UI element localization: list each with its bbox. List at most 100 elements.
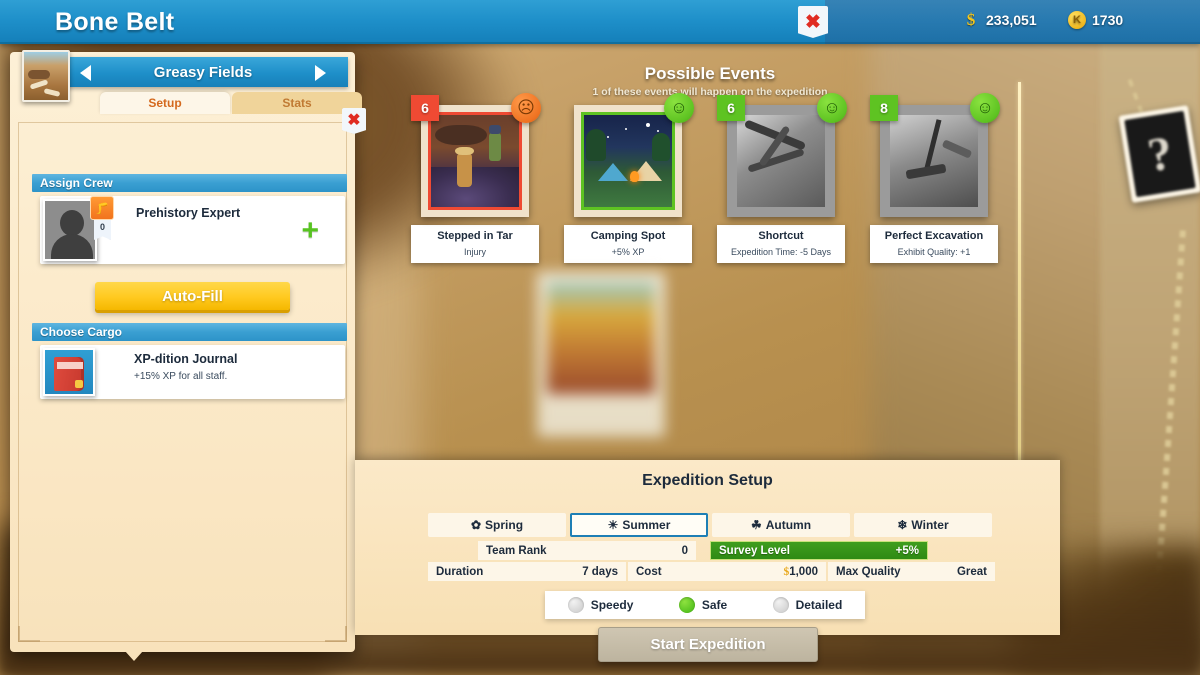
ticket-coin-icon: K: [1068, 11, 1086, 29]
journal-bookmark: [75, 380, 83, 388]
art-bone-2: [941, 139, 973, 159]
season-option-spring[interactable]: ✿ Spring: [428, 513, 566, 537]
season-option-autumn[interactable]: ☘ Autumn: [712, 513, 850, 537]
event-effect: Expedition Time: -5 Days: [730, 247, 832, 257]
radio-safe[interactable]: [678, 597, 695, 613]
pace-option-safe[interactable]: Safe: [678, 597, 727, 613]
season-label: Spring: [485, 518, 524, 532]
auto-fill-label: Auto-Fill: [162, 287, 223, 305]
event-effect: +5% XP: [611, 247, 645, 257]
location-header: Greasy Fields: [58, 57, 348, 87]
crew-level-value: 0: [99, 222, 105, 232]
event-card-shortcut[interactable]: 6 ☺ Shortcut Expedition Time: -5 Days: [717, 93, 847, 263]
max-quality-row: Max Quality Great: [828, 562, 995, 581]
window-close-button[interactable]: ✖: [798, 6, 828, 38]
season-option-winter[interactable]: ❄ Winter: [854, 513, 992, 537]
art-tar-pool: [431, 167, 519, 207]
cargo-item-description: +15% XP for all staff.: [134, 371, 228, 382]
art-stars: [646, 123, 650, 127]
event-card-art: [581, 112, 675, 210]
top-bar: Bone Belt ✖ $ 233,051 K 1730: [0, 0, 1200, 44]
page-title: Bone Belt: [55, 8, 175, 36]
cost-value-wrap: $1,000: [783, 566, 818, 578]
radio-speedy[interactable]: [567, 597, 584, 613]
event-card-camping-spot[interactable]: ☺ Camping Spot +5% XP: [564, 93, 694, 263]
event-name: Perfect Excavation: [884, 230, 984, 242]
thumb-bone-2: [43, 88, 61, 97]
journal-icon: [43, 348, 95, 396]
happy-face-icon: ☺: [664, 93, 694, 123]
question-mark-marker-icon[interactable]: ?: [1118, 105, 1200, 203]
event-card-stepped-in-tar[interactable]: 6 ☹ Stepped in Tar Injury: [411, 93, 541, 263]
tab-setup[interactable]: Setup: [100, 92, 230, 114]
expedition-setup-title: Expedition Setup: [642, 472, 773, 489]
money-icon: $: [966, 10, 976, 29]
cargo-item[interactable]: XP-dition Journal +15% XP for all staff.: [40, 345, 345, 399]
event-card-label: Camping Spot +5% XP: [564, 225, 692, 263]
event-card-frame: ☺: [574, 93, 694, 217]
event-name: Shortcut: [758, 230, 804, 242]
event-card-label: Shortcut Expedition Time: -5 Days: [717, 225, 845, 263]
start-expedition-label: Start Expedition: [650, 636, 766, 653]
event-name: Camping Spot: [590, 230, 666, 242]
panel-tabs: Setup Stats: [100, 92, 362, 114]
expedition-left-panel: Greasy Fields ✖ Setup Stats Assign Crew …: [10, 50, 366, 661]
happy-face-icon: ☺: [970, 93, 1000, 123]
season-label: Summer: [622, 518, 671, 532]
event-card-label: Perfect Excavation Exhibit Quality: +1: [870, 225, 998, 263]
crew-slot[interactable]: 🦵 0 Prehistory Expert +: [40, 196, 345, 264]
corner-ornament-bottom-left: [18, 626, 40, 642]
event-name: Stepped in Tar: [437, 230, 513, 242]
event-card-frame: 8 ☺: [870, 93, 1000, 217]
close-icon: ✖: [805, 11, 821, 33]
panel-close-button[interactable]: ✖: [342, 108, 366, 134]
location-name: Greasy Fields: [153, 63, 253, 81]
art-path-2: [747, 148, 805, 173]
location-thumbnail-icon: [22, 50, 70, 102]
assign-crew-label: Assign Crew: [40, 176, 113, 190]
art-shortcut-scene: [737, 115, 825, 207]
event-card-perfect-excavation[interactable]: 8 ☺ Perfect Excavation Exhibit Quality: …: [870, 93, 1000, 263]
event-card-art: [428, 112, 522, 210]
crew-level-ribbon: 0: [94, 220, 111, 240]
start-expedition-button[interactable]: Start Expedition: [598, 627, 818, 662]
ticket-value: 1730: [1092, 12, 1124, 28]
art-camp-scene: [584, 115, 672, 207]
chevron-left-icon[interactable]: [80, 65, 91, 81]
radio-detailed[interactable]: [772, 597, 789, 613]
avatar-head: [60, 210, 84, 236]
pace-option-speedy[interactable]: Speedy: [567, 597, 633, 613]
currency-ticket: K 1730: [1068, 11, 1123, 29]
art-person-1-body: [457, 153, 472, 187]
flower-icon: ✿: [470, 518, 482, 532]
choose-cargo-label: Choose Cargo: [40, 325, 123, 339]
cost-label: Cost: [636, 565, 662, 578]
chevron-right-icon[interactable]: [315, 65, 326, 81]
pace-selector: Speedy Safe Detailed: [545, 591, 865, 619]
auto-fill-button[interactable]: Auto-Fill: [95, 282, 290, 310]
event-effect: Injury: [463, 247, 486, 257]
vertical-divider: [1018, 82, 1021, 472]
art-campfire: [630, 171, 639, 182]
pace-option-detailed[interactable]: Detailed: [772, 597, 843, 613]
event-card-art: [887, 112, 981, 210]
event-badge-count: 8: [870, 95, 898, 121]
art-person-1-hat: [455, 147, 474, 155]
tab-setup-label: Setup: [148, 96, 182, 110]
season-option-summer[interactable]: ☀ Summer: [570, 513, 708, 537]
event-card-frame: 6 ☺: [717, 93, 847, 217]
season-label: Winter: [911, 518, 949, 532]
plus-icon[interactable]: +: [301, 216, 319, 246]
pace-label: Detailed: [795, 598, 843, 612]
art-tree-right: [652, 133, 670, 161]
survey-level-value: +5%: [895, 544, 919, 557]
expedition-setup-panel: Expedition Setup ✿ Spring ☀ Summer ☘ Aut…: [355, 460, 1060, 662]
panel-pointer-notch: [124, 651, 143, 661]
marker-glyph: ?: [1124, 110, 1196, 198]
close-icon: ✖: [347, 112, 361, 129]
cost-value: 1,000: [789, 565, 818, 578]
assign-crew-header: Assign Crew: [32, 174, 347, 192]
tab-stats-label: Stats: [282, 96, 312, 110]
duration-row: Duration 7 days: [428, 562, 626, 581]
thumb-rock: [28, 70, 50, 79]
